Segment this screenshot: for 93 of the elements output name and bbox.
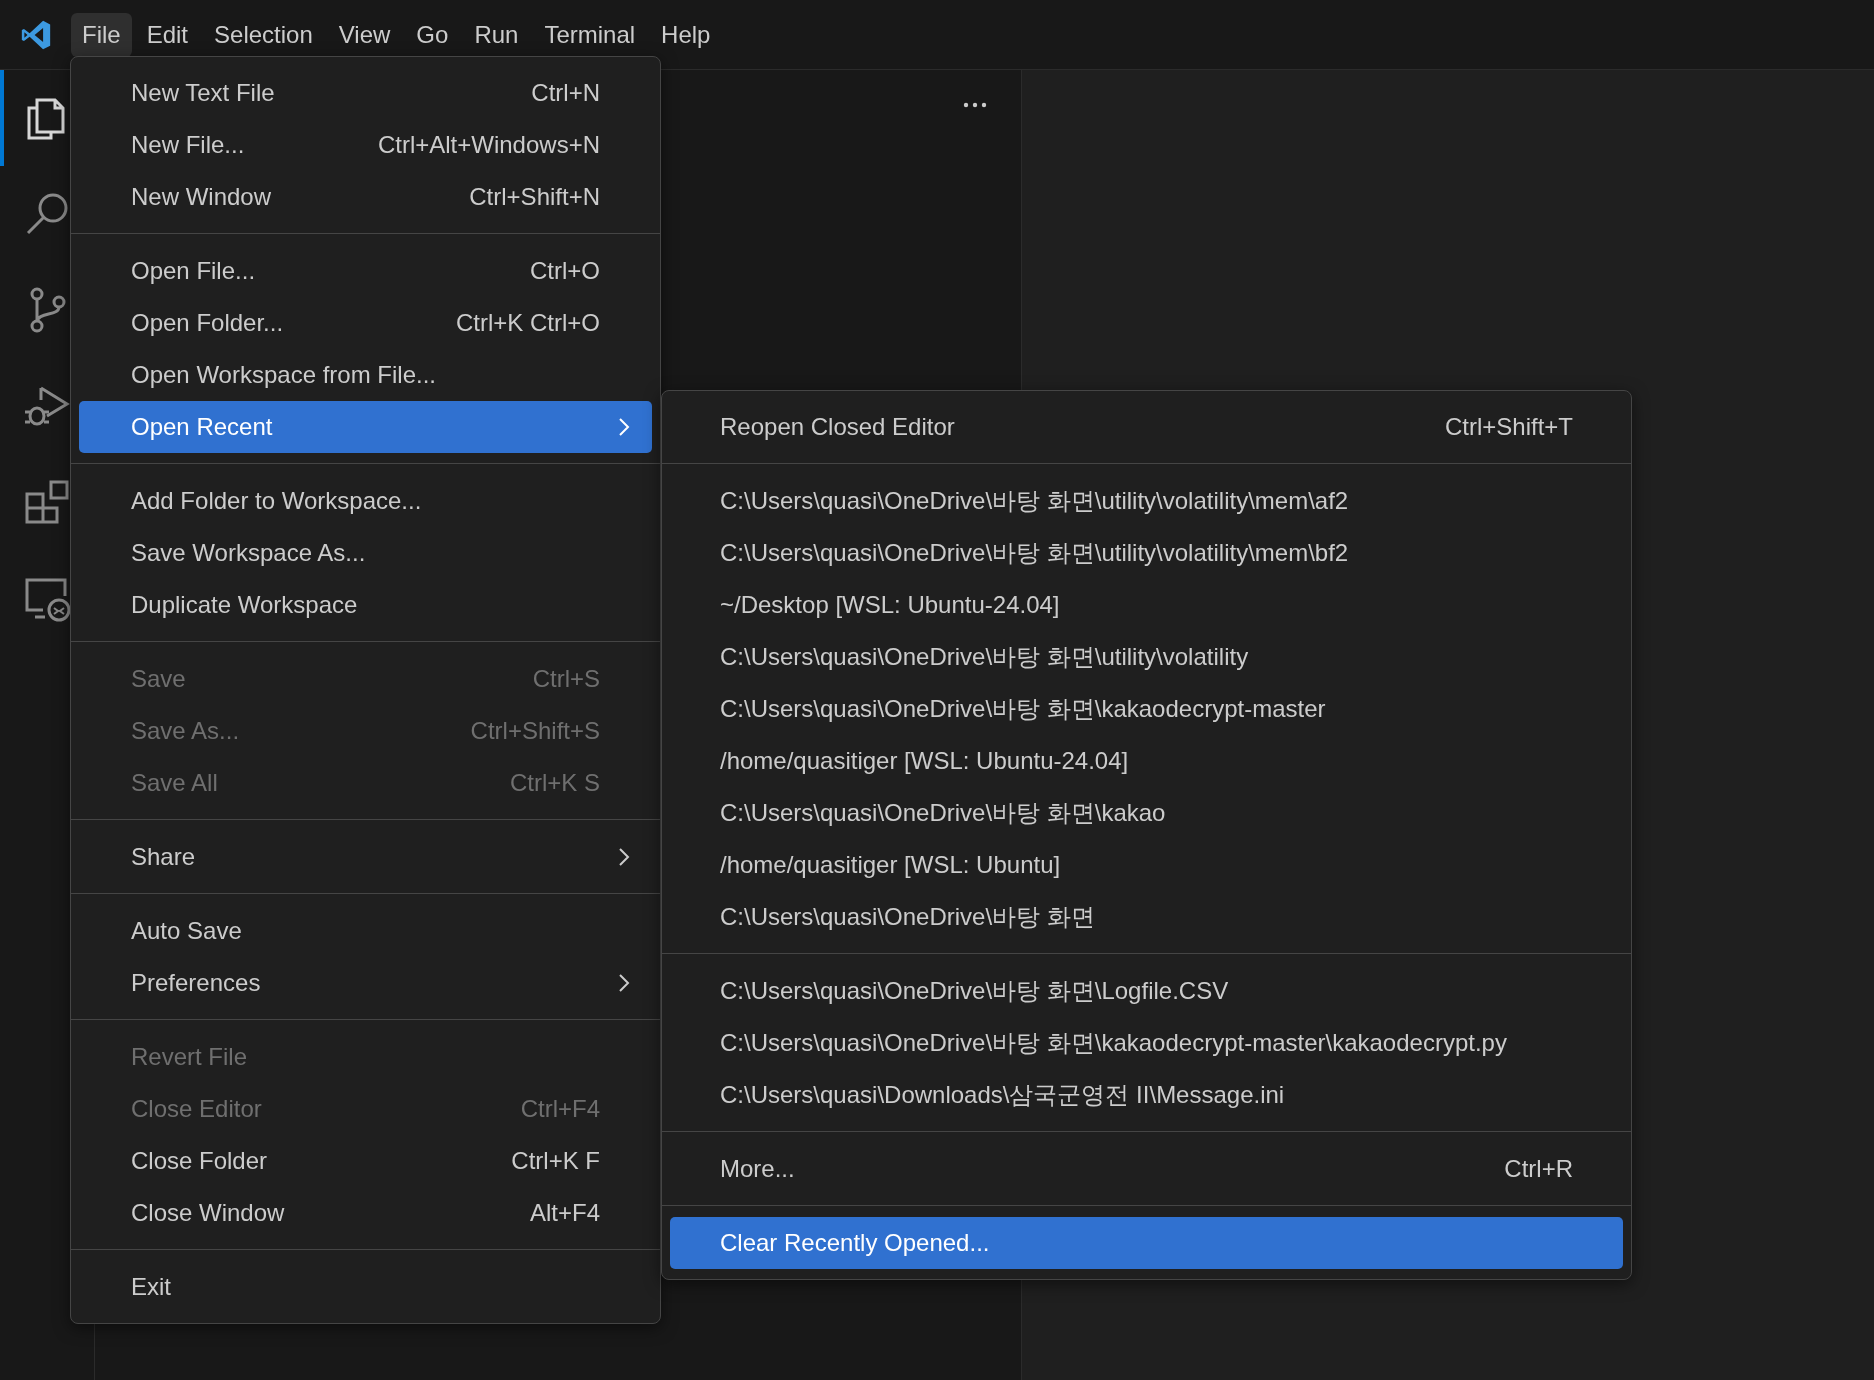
menu-item[interactable]: C:\Users\quasi\OneDrive\바탕 화면\kakaodecrypt-master\kakaodecrypt.py: [670, 1017, 1623, 1069]
menu-item-label: C:\Users\quasi\OneDrive\바탕 화면\kakaodecrypt-master\kakaodecrypt.py: [720, 1028, 1507, 1058]
menu-item[interactable]: C:\Users\quasi\OneDrive\바탕 화면\Logfile.CSV: [670, 965, 1623, 1017]
shortcut-label: Ctrl+N: [531, 79, 600, 107]
menu-item-label: C:\Users\quasi\Downloads\삼국군영전 II\Message.ini: [720, 1080, 1285, 1110]
menu-item-label: C:\Users\quasi\OneDrive\바탕 화면: [720, 902, 1095, 932]
menu-item-label: Duplicate Workspace: [131, 591, 358, 619]
menu-item-label: Preferences: [131, 969, 261, 997]
shortcut-label: Ctrl+K F: [511, 1147, 600, 1175]
menu-item-label: ~/Desktop [WSL: Ubuntu-24.04]: [720, 591, 1060, 619]
menu-item[interactable]: Open Recent: [79, 401, 652, 453]
menu-item[interactable]: Open Workspace from File...: [79, 349, 652, 401]
menu-item-label: Reopen Closed Editor: [720, 413, 955, 441]
menu-item[interactable]: Save Workspace As...: [79, 527, 652, 579]
menu-item[interactable]: Preferences: [79, 957, 652, 1009]
extensions-icon[interactable]: [23, 478, 71, 526]
menu-item-label: More...: [720, 1155, 795, 1183]
chevron-right-icon: [618, 973, 630, 993]
menu-item[interactable]: C:\Users\quasi\OneDrive\바탕 화면\utility\volatility\mem\bf2: [670, 527, 1623, 579]
menu-item-label: Open Folder...: [131, 309, 284, 337]
menu-item[interactable]: Add Folder to Workspace...: [79, 475, 652, 527]
menu-item-label: New Window: [131, 183, 272, 211]
shortcut-label: Ctrl+Shift+N: [469, 183, 600, 211]
menu-item-label: Share: [131, 843, 196, 871]
menu-item-label: New Text File: [131, 79, 275, 107]
shortcut-label: Ctrl+Shift+T: [1444, 413, 1573, 441]
menu-item-label: Close Editor: [131, 1095, 262, 1123]
menubar-item[interactable]: Go: [405, 12, 460, 57]
menu-item-label: C:\Users\quasi\OneDrive\바탕 화면\kakaodecrypt-master: [720, 694, 1326, 724]
shortcut-label: Ctrl+O: [530, 257, 600, 285]
menu-item[interactable]: C:\Users\quasi\OneDrive\바탕 화면\kakaodecrypt-master: [670, 683, 1623, 735]
menu-item[interactable]: Auto Save: [79, 905, 652, 957]
menu-item-label: Open Workspace from File...: [131, 361, 436, 389]
menubar-item[interactable]: Terminal: [533, 12, 647, 57]
menu-item[interactable]: Clear Recently Opened...: [670, 1217, 1623, 1269]
menubar-item[interactable]: View: [327, 12, 402, 57]
menu-item-label: Add Folder to Workspace...: [131, 487, 422, 515]
shortcut-label: Ctrl+Alt+Windows+N: [377, 131, 600, 159]
menu-item-label: Save As...: [131, 717, 240, 745]
chevron-right-icon: [618, 417, 630, 437]
menu-item-label: /home/quasitiger [WSL: Ubuntu]: [720, 851, 1061, 879]
menu-item[interactable]: More... Ctrl+R: [670, 1143, 1623, 1195]
menu-item[interactable]: Exit: [79, 1261, 652, 1313]
menu-item[interactable]: Open File... Ctrl+O: [79, 245, 652, 297]
menu-item-label: Close Folder: [131, 1147, 268, 1175]
menu-item[interactable]: New File... Ctrl+Alt+Windows+N: [79, 119, 652, 171]
menubar-item[interactable]: Run: [463, 12, 530, 57]
menu-item-label: Open Recent: [131, 413, 273, 441]
menubar-item[interactable]: Help: [650, 12, 722, 57]
menu-item[interactable]: Share: [79, 831, 652, 883]
shortcut-label: Ctrl+S: [532, 665, 600, 693]
menu-item-label: New File...: [131, 131, 245, 159]
menu-item-label: C:\Users\quasi\OneDrive\바탕 화면\utility\volatility\mem\bf2: [720, 538, 1349, 568]
menu-item[interactable]: Duplicate Workspace: [79, 579, 652, 631]
menu-item-label: Open File...: [131, 257, 256, 285]
menu-item[interactable]: Close Folder Ctrl+K F: [79, 1135, 652, 1187]
shortcut-label: Ctrl+K Ctrl+O: [455, 309, 600, 337]
menu-item[interactable]: New Window Ctrl+Shift+N: [79, 171, 652, 223]
menu-item[interactable]: /home/quasitiger [WSL: Ubuntu]: [670, 839, 1623, 891]
menu-item[interactable]: Close Window Alt+F4: [79, 1187, 652, 1239]
menu-item-label: C:\Users\quasi\OneDrive\바탕 화면\utility\volatility: [720, 642, 1249, 672]
menu-item[interactable]: New Text File Ctrl+N: [79, 67, 652, 119]
shortcut-label: Ctrl+R: [1504, 1155, 1573, 1183]
menubar-item[interactable]: Edit: [135, 12, 200, 57]
menu-item-label: Clear Recently Opened...: [720, 1229, 990, 1257]
more-actions-icon[interactable]: [963, 102, 987, 108]
menu-item-label: C:\Users\quasi\OneDrive\바탕 화면\Logfile.CSV: [720, 976, 1229, 1006]
shortcut-label: Ctrl+K S: [509, 769, 600, 797]
menu-item[interactable]: C:\Users\quasi\OneDrive\바탕 화면: [670, 891, 1623, 943]
menu-item-label: C:\Users\quasi\OneDrive\바탕 화면\kakao: [720, 798, 1166, 828]
menu-item[interactable]: Open Folder... Ctrl+K Ctrl+O: [79, 297, 652, 349]
menu-item-label: Auto Save: [131, 917, 242, 945]
menu-item[interactable]: ~/Desktop [WSL: Ubuntu-24.04]: [670, 579, 1623, 631]
menu-item[interactable]: C:\Users\quasi\OneDrive\바탕 화면\utility\volatility\mem\af2: [670, 475, 1623, 527]
menu-item[interactable]: C:\Users\quasi\Downloads\삼국군영전 II\Message.ini: [670, 1069, 1623, 1121]
menu-item-label: Close Window: [131, 1199, 285, 1227]
menu-item[interactable]: Reopen Closed Editor Ctrl+Shift+T: [670, 401, 1623, 453]
menubar-item[interactable]: Selection: [203, 12, 324, 57]
menu-item-label: Save Workspace As...: [131, 539, 366, 567]
menu-item-label: /home/quasitiger [WSL: Ubuntu-24.04]: [720, 747, 1129, 775]
menu-item[interactable]: /home/quasitiger [WSL: Ubuntu-24.04]: [670, 735, 1623, 787]
menubar-item[interactable]: File: [71, 12, 132, 57]
menu-item-label: C:\Users\quasi\OneDrive\바탕 화면\utility\volatility\mem\af2: [720, 486, 1349, 516]
shortcut-label: Ctrl+Shift+S: [470, 717, 600, 745]
menu-item-label: Save: [131, 665, 186, 693]
menu-item-label: Revert File: [131, 1043, 248, 1071]
menu-item[interactable]: C:\Users\quasi\OneDrive\바탕 화면\utility\volatility: [670, 631, 1623, 683]
chevron-right-icon: [618, 847, 630, 867]
shortcut-label: Ctrl+F4: [520, 1095, 600, 1123]
menu-item-label: Save All: [131, 769, 218, 797]
menu-item-label: Exit: [131, 1273, 171, 1301]
menu-item[interactable]: C:\Users\quasi\OneDrive\바탕 화면\kakao: [670, 787, 1623, 839]
shortcut-label: Alt+F4: [529, 1199, 600, 1227]
